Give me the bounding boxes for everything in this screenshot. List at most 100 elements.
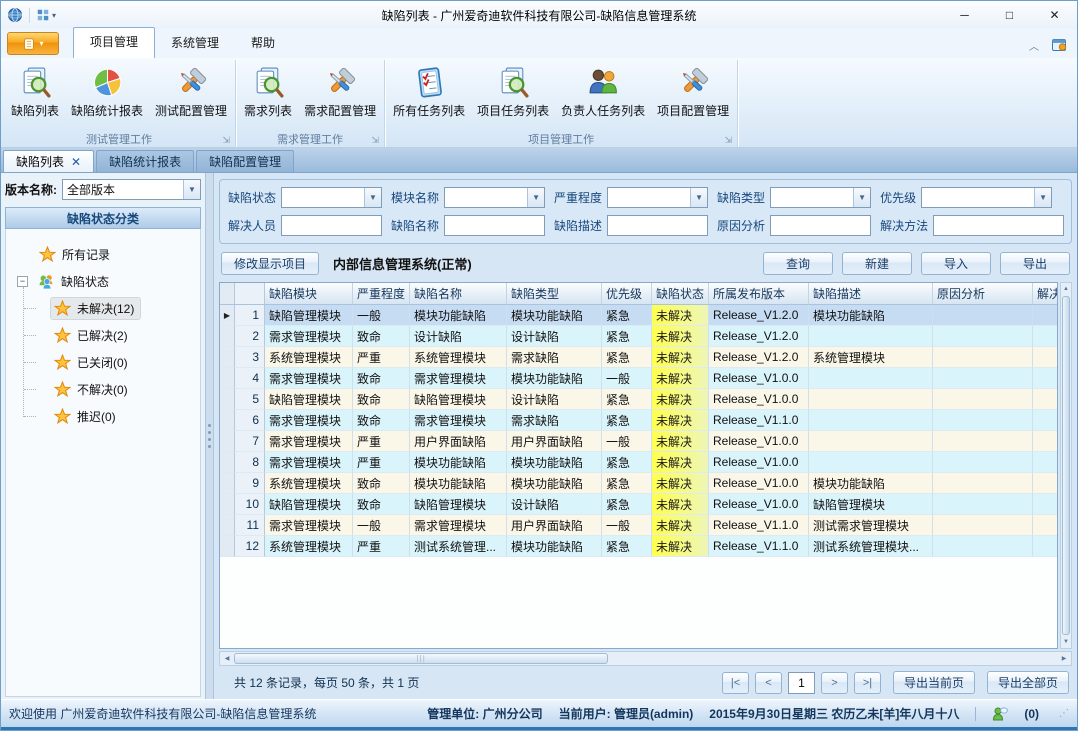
- tree-item-1[interactable]: − 缺陷状态: [14, 268, 200, 295]
- column-header-cause[interactable]: 原因分析: [933, 283, 1033, 304]
- filter-input[interactable]: [444, 215, 545, 236]
- tree-item-5[interactable]: 不解决(0): [23, 376, 200, 403]
- table-row[interactable]: 8需求管理模块严重模块功能缺陷模块功能缺陷紧急未解决Release_V1.0.0: [220, 452, 1057, 473]
- table-row[interactable]: 10缺陷管理模块致命缺陷管理模块设计缺陷紧急未解决Release_V1.0.0缺…: [220, 494, 1057, 515]
- filter-combobox[interactable]: ▼: [770, 187, 871, 208]
- export-current-page-button[interactable]: 导出当前页: [893, 671, 975, 694]
- tree-item-4[interactable]: 已关闭(0): [23, 349, 200, 376]
- chevron-down-icon[interactable]: ▼: [183, 180, 200, 199]
- doc-tab-2[interactable]: 缺陷配置管理: [196, 150, 294, 172]
- ribbon-button-1-1[interactable]: 需求配置管理: [298, 63, 382, 120]
- new-button[interactable]: 新建: [842, 252, 912, 275]
- prev-page-button[interactable]: <: [755, 672, 782, 694]
- scroll-up-icon[interactable]: ▲: [1061, 283, 1071, 295]
- ribbon-button-0-2[interactable]: 测试配置管理: [149, 63, 233, 120]
- column-header-solution[interactable]: 解决方法: [1033, 283, 1057, 304]
- ribbon-button-2-0[interactable]: 所有任务列表: [387, 63, 471, 120]
- online-user-icon[interactable]: [992, 706, 1008, 722]
- column-header-desc[interactable]: 缺陷描述: [809, 283, 933, 304]
- tree-expander-icon[interactable]: −: [17, 276, 28, 287]
- tree-item-0[interactable]: 所有记录: [14, 241, 200, 268]
- last-page-button[interactable]: >|: [854, 672, 881, 694]
- column-header-priority[interactable]: 优先级: [602, 283, 652, 304]
- ribbon-button-2-2[interactable]: 负责人任务列表: [555, 63, 651, 120]
- table-row[interactable]: 6需求管理模块致命需求管理模块需求缺陷紧急未解决Release_V1.1.0: [220, 410, 1057, 431]
- table-row[interactable]: 12系统管理模块严重测试系统管理...模块功能缺陷紧急未解决Release_V1…: [220, 536, 1057, 557]
- minimize-button[interactable]: ─: [942, 2, 987, 28]
- chevron-down-icon[interactable]: ▼: [690, 188, 707, 207]
- import-button[interactable]: 导入: [921, 252, 991, 275]
- table-row[interactable]: 7需求管理模块严重用户界面缺陷用户界面缺陷一般未解决Release_V1.0.0: [220, 431, 1057, 452]
- next-page-button[interactable]: >: [821, 672, 848, 694]
- doc-tab-1[interactable]: 缺陷统计报表: [96, 150, 194, 172]
- collapse-ribbon-icon[interactable]: ︿: [1029, 38, 1039, 53]
- column-header-version[interactable]: 所属发布版本: [709, 283, 809, 304]
- cell-desc: [809, 389, 933, 410]
- ribbon-tab-2[interactable]: 帮助: [235, 29, 291, 58]
- table-row[interactable]: 4需求管理模块致命需求管理模块模块功能缺陷一般未解决Release_V1.0.0: [220, 368, 1057, 389]
- doc-tab-0[interactable]: 缺陷列表✕: [3, 150, 94, 172]
- vertical-scroll-thumb[interactable]: [1062, 296, 1070, 635]
- application-menu-button[interactable]: ▾: [7, 32, 59, 55]
- dialog-launcher-icon[interactable]: ⇲: [223, 136, 231, 145]
- vertical-scrollbar[interactable]: ▲ ▼: [1060, 282, 1072, 649]
- tree-item-6[interactable]: 推迟(0): [23, 403, 200, 430]
- table-row[interactable]: ▶1缺陷管理模块一般模块功能缺陷模块功能缺陷紧急未解决Release_V1.2.…: [220, 305, 1057, 326]
- filter-combobox[interactable]: ▼: [921, 187, 1052, 208]
- search-button[interactable]: 查询: [763, 252, 833, 275]
- filter-input[interactable]: [607, 215, 708, 236]
- page-number-input[interactable]: [788, 672, 815, 694]
- ribbon-button-2-3[interactable]: 项目配置管理: [651, 63, 735, 120]
- ribbon-button-2-1[interactable]: 项目任务列表: [471, 63, 555, 120]
- close-button[interactable]: ✕: [1032, 2, 1077, 28]
- column-header-severity[interactable]: 严重程度: [353, 283, 410, 304]
- version-combobox[interactable]: 全部版本 ▼: [62, 179, 201, 200]
- scroll-down-icon[interactable]: ▼: [1061, 636, 1071, 648]
- filter-combobox[interactable]: ▼: [444, 187, 545, 208]
- column-header-type[interactable]: 缺陷类型: [507, 283, 602, 304]
- table-row[interactable]: 11需求管理模块一般需求管理模块用户界面缺陷一般未解决Release_V1.1.…: [220, 515, 1057, 536]
- filter-combobox[interactable]: ▼: [281, 187, 382, 208]
- tree-item-3[interactable]: 已解决(2): [23, 322, 200, 349]
- ribbon-button-1-0[interactable]: 需求列表: [238, 63, 298, 120]
- modify-columns-button[interactable]: 修改显示项目: [221, 252, 319, 275]
- chevron-down-icon[interactable]: ▼: [364, 188, 381, 207]
- resize-grip[interactable]: ⋰: [1059, 708, 1069, 719]
- first-page-button[interactable]: |<: [722, 672, 749, 694]
- ribbon-tab-1[interactable]: 系统管理: [155, 29, 235, 58]
- column-header-status[interactable]: 缺陷状态: [652, 283, 709, 304]
- scroll-right-icon[interactable]: ▶: [1057, 655, 1071, 662]
- ribbon-button-0-1[interactable]: 缺陷统计报表: [65, 63, 149, 120]
- close-tab-icon[interactable]: ✕: [71, 156, 81, 168]
- table-row[interactable]: 5缺陷管理模块致命缺陷管理模块设计缺陷紧急未解决Release_V1.0.0: [220, 389, 1057, 410]
- filter-input[interactable]: [770, 215, 871, 236]
- chevron-down-icon[interactable]: ▼: [527, 188, 544, 207]
- export-all-pages-button[interactable]: 导出全部页: [987, 671, 1069, 694]
- ribbon-button-0-0[interactable]: 缺陷列表: [5, 63, 65, 120]
- about-window-icon[interactable]: [1051, 37, 1067, 53]
- dialog-launcher-icon[interactable]: ⇲: [725, 136, 733, 145]
- dialog-launcher-icon[interactable]: ⇲: [372, 136, 380, 145]
- ribbon-tab-0[interactable]: 项目管理: [73, 27, 155, 58]
- scroll-left-icon[interactable]: ◀: [220, 655, 234, 662]
- horizontal-scrollbar[interactable]: ◀ ||| ▶: [219, 651, 1072, 666]
- tree-item-2[interactable]: 未解决(12): [23, 295, 200, 322]
- filter-input[interactable]: [281, 215, 382, 236]
- main-area: 版本名称: 全部版本 ▼ 缺陷状态分类 所有记录 − 缺陷状态 未解决(12) …: [1, 173, 1077, 699]
- column-header-module[interactable]: 缺陷模块: [265, 283, 353, 304]
- horizontal-scroll-thumb[interactable]: |||: [234, 653, 608, 664]
- cell-status: 未解决: [652, 326, 709, 347]
- filter-input[interactable]: [933, 215, 1064, 236]
- export-button[interactable]: 导出: [1000, 252, 1070, 275]
- sidebar-splitter[interactable]: [206, 173, 214, 699]
- table-row[interactable]: 3系统管理模块严重系统管理模块需求缺陷紧急未解决Release_V1.2.0系统…: [220, 347, 1057, 368]
- row-number: 2: [235, 326, 265, 347]
- chevron-down-icon[interactable]: ▼: [1034, 188, 1051, 207]
- filter-combobox[interactable]: ▼: [607, 187, 708, 208]
- table-row[interactable]: 9系统管理模块致命模块功能缺陷模块功能缺陷紧急未解决Release_V1.0.0…: [220, 473, 1057, 494]
- maximize-button[interactable]: □: [987, 2, 1032, 28]
- column-header-name[interactable]: 缺陷名称: [410, 283, 507, 304]
- table-row[interactable]: 2需求管理模块致命设计缺陷设计缺陷紧急未解决Release_V1.2.0: [220, 326, 1057, 347]
- quick-access-toolbar[interactable]: ▾: [36, 8, 56, 22]
- chevron-down-icon[interactable]: ▼: [853, 188, 870, 207]
